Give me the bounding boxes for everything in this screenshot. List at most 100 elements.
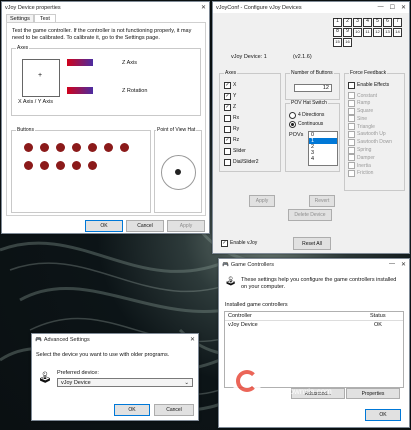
pov-4dir-radio[interactable]: 4 Directions [289, 111, 324, 119]
effect-sine-checkbox[interactable]: Sine [348, 115, 392, 123]
device-tab-15[interactable]: 15 [333, 38, 342, 47]
button-indicator [56, 161, 65, 170]
device-tab-6[interactable]: 6 [383, 18, 392, 27]
gc-ok-button[interactable]: OK [365, 409, 401, 421]
device-tab-9[interactable]: 9 [343, 28, 352, 37]
device-tab-11[interactable]: 11 [363, 28, 372, 37]
button-indicator [24, 161, 33, 170]
advanced-settings-window: 🎮 Advanced Settings ✕ Select the device … [31, 333, 199, 421]
maximize-icon[interactable]: ☐ [390, 4, 395, 11]
button-indicator [88, 161, 97, 170]
device-tab-5[interactable]: 5 [373, 18, 382, 27]
button-indicator [72, 143, 81, 152]
button-indicator [24, 143, 33, 152]
axis-y-checkbox[interactable]: ✓ Y [224, 92, 259, 100]
pov-center-dot [175, 169, 181, 175]
watermark: 当下软件园 www.downxia.com [232, 366, 351, 396]
axes-group: Axes + X Axis / Y Axis Z Axis Z Rotation [11, 45, 201, 116]
effect-friction-checkbox[interactable]: Friction [348, 169, 392, 177]
device-tab-3[interactable]: 3 [353, 18, 362, 27]
button-indicator [120, 143, 129, 152]
enable-vjoy-checkbox[interactable]: ✓ Enable vJoy [221, 239, 257, 247]
effect-constant-checkbox[interactable]: Constant [348, 92, 392, 99]
watermark-logo-icon [232, 366, 262, 396]
adv-description: Select the device you want to use with o… [36, 352, 170, 358]
device-tab-14[interactable]: 14 [393, 28, 402, 37]
enable-effects-checkbox[interactable]: Enable Effects [348, 81, 389, 89]
minimize-icon[interactable]: — [389, 261, 395, 268]
watermark-brand: 当下软件园 [266, 369, 352, 386]
effect-inertia-checkbox[interactable]: Inertia [348, 162, 392, 170]
device-label: vJoy Device: 1 [231, 54, 267, 60]
device-tab-13[interactable]: 13 [383, 28, 392, 37]
joystick-icon: 🕹 [38, 372, 52, 384]
device-tab-2[interactable]: 2 [343, 18, 352, 27]
axis-dial-checkbox[interactable]: Dial/Slider2 [224, 158, 259, 166]
povs-option[interactable]: 4 [309, 156, 337, 162]
controller-status: OK [374, 322, 382, 328]
z-axis-label: Z Axis [122, 60, 137, 66]
reset-all-button[interactable]: Reset All [293, 237, 331, 250]
controller-name: vJoy Device [228, 322, 258, 328]
props-apply-button[interactable]: Apply [167, 220, 205, 232]
axis-rz-checkbox[interactable]: ✓ Rz [224, 136, 259, 144]
effect-square-checkbox[interactable]: Square [348, 107, 392, 115]
effect-ramp-checkbox[interactable]: Ramp [348, 99, 392, 107]
pov-label: Point of View Hat [156, 127, 197, 133]
adv-cancel-button[interactable]: Cancel [154, 404, 194, 416]
effect-sawtooth-down-checkbox[interactable]: Sawtooth Down [348, 138, 392, 146]
preferred-device-select[interactable]: vJoy Device ⌄ [57, 378, 193, 387]
device-tab-7[interactable]: 7 [393, 18, 402, 27]
povs-listbox[interactable]: 0 1 2 3 4 [308, 131, 338, 166]
conf-revert-button[interactable]: Revert [309, 195, 335, 207]
device-tab-10[interactable]: 10 [353, 28, 362, 37]
axis-z-checkbox[interactable]: ✓ Z [224, 103, 259, 111]
pov-group: Point of View Hat [154, 127, 202, 213]
button-indicator [72, 161, 81, 170]
gamepad-icon: 🎮 [222, 261, 229, 268]
device-tab-16[interactable]: 16 [343, 38, 352, 47]
adv-ok-button[interactable]: OK [114, 404, 150, 416]
pov-hat-label: POV Hat Switch [290, 100, 328, 106]
minimize-icon[interactable]: — [378, 4, 384, 11]
close-icon[interactable]: ✕ [401, 261, 406, 268]
axis-slider-checkbox[interactable]: Slider [224, 147, 259, 155]
device-tab-4[interactable]: 4 [363, 18, 372, 27]
close-icon[interactable]: ✕ [401, 4, 406, 11]
chevron-down-icon: ⌄ [184, 379, 189, 386]
num-buttons-input[interactable]: 12 [294, 84, 332, 92]
delete-device-button[interactable]: Delete Device [288, 209, 332, 221]
device-tab-12[interactable]: 12 [373, 28, 382, 37]
properties-button[interactable]: Properties [346, 388, 400, 399]
axis-x-checkbox[interactable]: ✓ X [224, 81, 259, 89]
props-tab-panel: Test the game controller. If the control… [6, 22, 206, 216]
props-description: Test the game controller. If the control… [12, 28, 192, 41]
close-icon[interactable]: ✕ [201, 4, 206, 11]
effect-damper-checkbox[interactable]: Damper [348, 154, 392, 162]
props-cancel-button[interactable]: Cancel [126, 220, 164, 232]
effect-triangle-checkbox[interactable]: Triangle [348, 123, 392, 131]
col-controller-header[interactable]: Controller [225, 312, 368, 320]
props-titlebar: vJoy Device properties ✕ [2, 2, 209, 13]
props-ok-button[interactable]: OK [85, 220, 123, 232]
col-status-header[interactable]: Status [368, 312, 386, 320]
game-controllers-window: 🎮 Game Controllers — ✕ 🕹 These settings h… [218, 258, 410, 428]
axis-rx-checkbox[interactable]: Rx [224, 114, 259, 122]
gamepad-icon: 🕹 [225, 276, 237, 286]
force-feedback-group: Force Feedback Enable Effects Constant R… [344, 70, 405, 191]
pov-dial [161, 155, 196, 190]
effect-spring-checkbox[interactable]: Spring [348, 146, 392, 154]
xy-label: X Axis / Y Axis [18, 99, 53, 105]
effect-sawtooth-up-checkbox[interactable]: Sawtooth Up [348, 130, 392, 138]
device-tab-1[interactable]: 1 [333, 18, 342, 27]
watermark-url: www.downxia.com [266, 387, 332, 396]
device-tab-8[interactable]: 8 [333, 28, 342, 37]
pov-continuous-radio[interactable]: Continuous [289, 120, 323, 128]
conf-apply-button[interactable]: Apply [249, 195, 275, 207]
buttons-group: Buttons [11, 127, 151, 213]
gc-title: Game Controllers [230, 261, 274, 268]
axis-ry-checkbox[interactable]: Ry [224, 125, 259, 133]
device-tabs: 1 2 3 4 5 6 7 8 9 10 11 12 13 14 15 16 [333, 18, 405, 47]
close-icon[interactable]: ✕ [190, 336, 195, 343]
controller-row[interactable]: vJoy Device OK [225, 321, 403, 329]
